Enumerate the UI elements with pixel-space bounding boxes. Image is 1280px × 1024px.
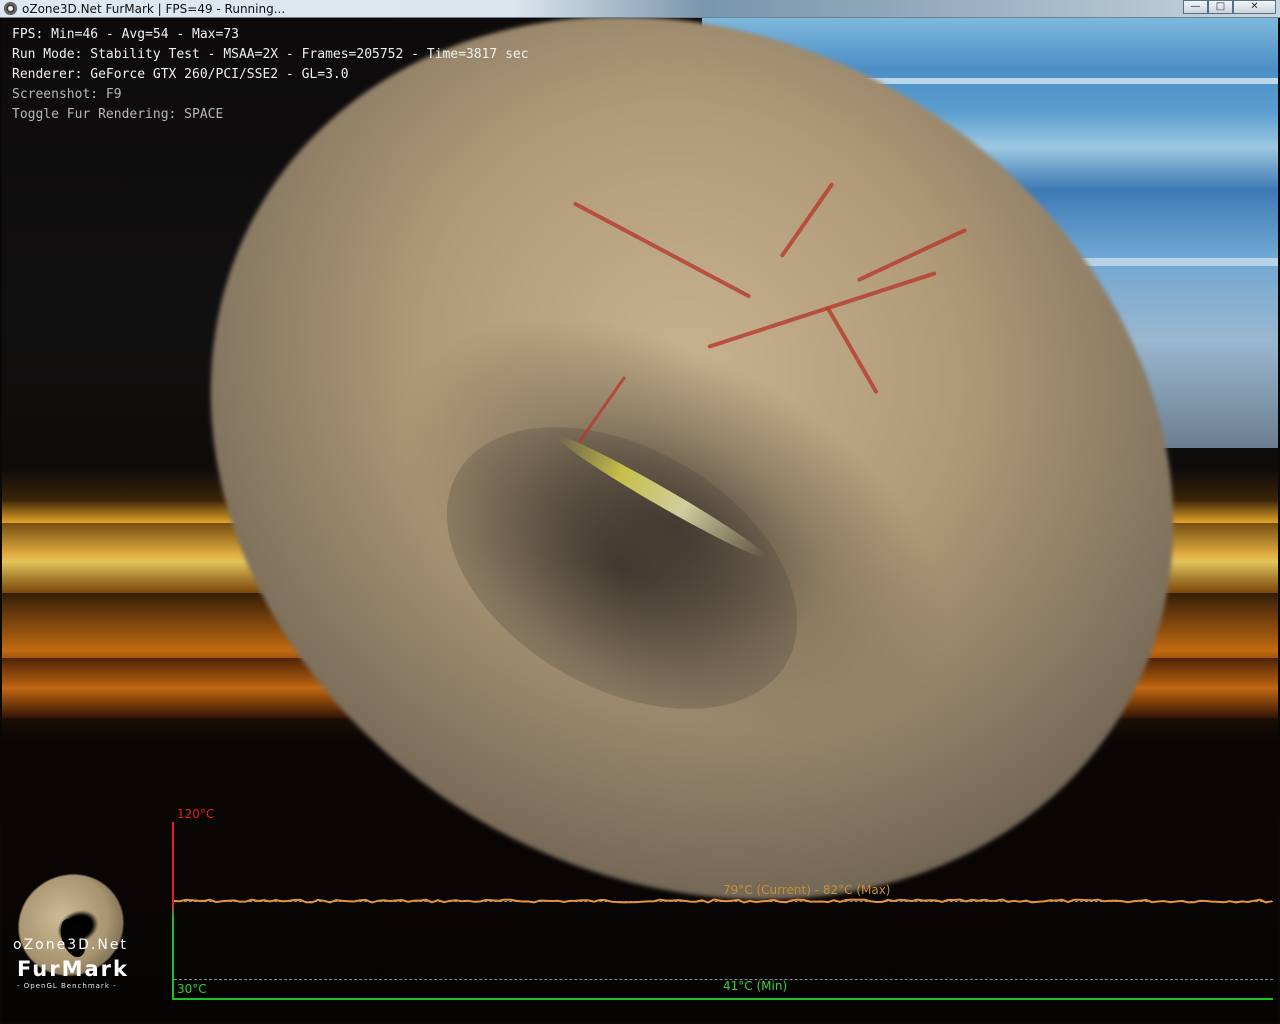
close-button[interactable]: ✕: [1233, 0, 1276, 14]
maximize-icon: □: [1215, 1, 1226, 12]
logo-ozone3d-text: oZone3D.Net: [13, 937, 128, 953]
maximize-button[interactable]: □: [1208, 0, 1233, 14]
renderer-info: Renderer: GeForce GTX 260/PCI/SSE2 - GL=…: [12, 67, 349, 82]
logo-furmark-text: FurMark: [17, 957, 129, 981]
toggle-fur-hint: Toggle Fur Rendering: SPACE: [12, 107, 224, 122]
minimize-button[interactable]: —: [1183, 0, 1208, 14]
close-icon: ✕: [1250, 1, 1259, 12]
graph-min-axis-label: 30°C: [177, 982, 207, 996]
graph-max-axis-label: 120°C: [177, 807, 215, 821]
screenshot-hint: Screenshot: F9: [12, 87, 122, 102]
graph-y-axis: [172, 822, 174, 1000]
window-controls: — □ ✕: [1183, 0, 1276, 15]
graph-x-axis: [172, 998, 1273, 1000]
minimize-icon: —: [1190, 1, 1201, 12]
app-icon[interactable]: [4, 2, 17, 15]
window-title: oZone3D.Net FurMark | FPS=49 - Running..…: [22, 2, 286, 16]
furmark-window: oZone3D.Net FurMark | FPS=49 - Running..…: [0, 0, 1280, 1024]
run-mode-info: Run Mode: Stability Test - MSAA=2X - Fra…: [12, 47, 529, 62]
title-bar[interactable]: oZone3D.Net FurMark | FPS=49 - Running..…: [0, 0, 1280, 18]
logo-subtitle: - OpenGL Benchmark -: [17, 982, 117, 990]
current-max-temp-label: 79°C (Current) - 82°C (Max): [723, 883, 891, 897]
min-temp-label: 41°C (Min): [723, 979, 788, 993]
render-viewport[interactable]: [2, 18, 1278, 1022]
fps-stats: FPS: Min=46 - Avg=54 - Max=73: [12, 27, 239, 42]
